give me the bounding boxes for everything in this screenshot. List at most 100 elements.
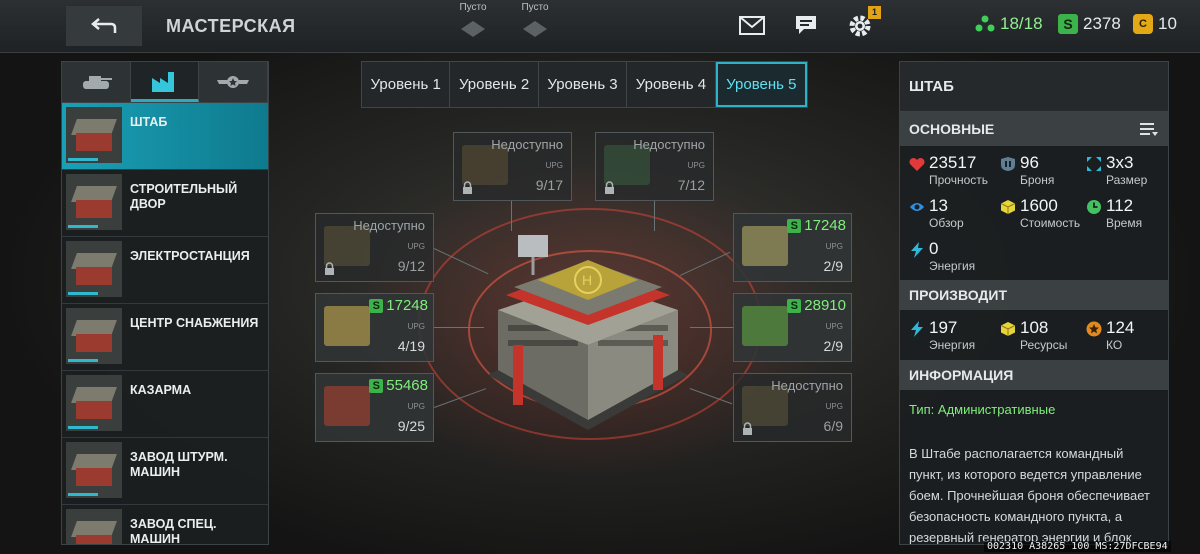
gold-counter: C 10 xyxy=(1133,14,1177,34)
lock-icon xyxy=(743,422,752,435)
tab-level-1[interactable]: Уровень 1 xyxy=(362,62,451,107)
upgrade-label: UPG xyxy=(825,322,843,331)
stat-label: Энергия xyxy=(929,338,976,352)
page-title: МАСТЕРСКАЯ xyxy=(166,16,296,36)
price-value: 28910 xyxy=(804,297,846,314)
silver-coin-icon: S xyxy=(369,378,384,393)
cube-icon xyxy=(1000,321,1016,337)
gold-value: 10 xyxy=(1158,14,1177,33)
lock-icon xyxy=(325,262,334,275)
stat-label: КО xyxy=(1106,338,1123,352)
tab-level-4[interactable]: Уровень 4 xyxy=(627,62,716,107)
upgrade-label: UPG xyxy=(825,402,843,411)
units-value: 18/18 xyxy=(1000,14,1043,33)
upgrade-card[interactable]: S 55468 UPG 9/25 xyxy=(315,373,434,442)
section-info-heading: ИНФОРМАЦИЯ xyxy=(900,360,1168,390)
filter-list-icon[interactable] xyxy=(1140,122,1158,136)
chat-icon[interactable] xyxy=(794,14,820,38)
stat-durability: 23517 Прочность xyxy=(909,154,988,187)
factory-icon xyxy=(151,71,174,92)
section-produces-heading: ПРОИЗВОДИТ xyxy=(900,280,1168,310)
wings-star-icon xyxy=(217,76,250,88)
stat-armor: 96 Броня xyxy=(1000,154,1054,187)
stat-value: 0 xyxy=(929,239,939,258)
production-slot-2[interactable]: Пусто xyxy=(506,2,564,48)
building-item-power-plant[interactable]: Электростанция xyxy=(62,237,268,304)
building-description: В Штабе располагается командный пункт, и… xyxy=(909,446,1150,545)
stat-cost: 1600 Стоимость xyxy=(1000,197,1080,230)
stat-value: 124 xyxy=(1106,318,1135,337)
building-item-construction-yard[interactable]: Строительный двор xyxy=(62,170,268,237)
produce-resources: 108 Ресурсы xyxy=(1000,319,1067,352)
upgrade-price: S 17248 xyxy=(369,297,428,314)
lightning-icon xyxy=(909,242,925,258)
upgrade-price: S 28910 xyxy=(787,297,846,314)
tab-vehicles[interactable] xyxy=(62,62,131,102)
stat-size: 3x3 Размер xyxy=(1086,154,1147,187)
section-title: ИНФОРМАЦИЯ xyxy=(909,367,1014,383)
building-thumbnail xyxy=(66,174,122,230)
upgrade-card[interactable]: Недоступно UPG 9/17 xyxy=(453,132,572,201)
back-button[interactable] xyxy=(66,6,142,46)
upgrade-card[interactable]: S 17248 UPG 4/19 xyxy=(315,293,434,362)
building-name: Завод спец. машин xyxy=(130,517,217,545)
stat-value: 1600 xyxy=(1020,196,1058,215)
upgrade-price: S 17248 xyxy=(787,217,846,234)
upgrade-price: S 55468 xyxy=(369,377,428,394)
back-arrow-icon xyxy=(91,18,117,33)
slot-label: Пусто xyxy=(521,2,549,13)
building-thumbnail xyxy=(66,241,122,297)
tank-icon xyxy=(82,76,112,89)
stat-value: 13 xyxy=(929,196,948,215)
stat-time: 112 Время xyxy=(1086,197,1142,230)
upgrade-card[interactable]: Недоступно UPG 6/9 xyxy=(733,373,852,442)
building-list-panel: Штаб Строительный двор Электростанция Це… xyxy=(61,61,269,545)
stat-value: 112 xyxy=(1106,196,1134,215)
upgrade-card[interactable]: S 17248 UPG 2/9 xyxy=(733,213,852,282)
stat-label: Стоимость xyxy=(1020,216,1081,230)
tab-level-3[interactable]: Уровень 3 xyxy=(539,62,628,107)
building-name: Казарма xyxy=(130,383,192,397)
building-type: Тип: Административные xyxy=(909,402,1056,417)
stat-value: 3x3 xyxy=(1106,153,1134,172)
section-title: ПРОИЗВОДИТ xyxy=(909,287,1007,303)
build-id-text: 002310 A38265 100 MS:27DFCBE94 xyxy=(984,541,1171,552)
tab-buildings[interactable] xyxy=(130,62,200,102)
tab-aviation[interactable] xyxy=(199,62,268,102)
building-item-assault-factory[interactable]: Завод штурм. машин xyxy=(62,438,268,505)
tab-level-5[interactable]: Уровень 5 xyxy=(715,62,808,107)
building-thumbnail xyxy=(66,308,122,364)
upgrade-card[interactable]: S 28910 UPG 2/9 xyxy=(733,293,852,362)
building-item-hq[interactable]: Штаб xyxy=(62,103,268,170)
heart-icon xyxy=(909,156,925,172)
upgrade-image xyxy=(324,306,370,346)
upgrade-progress: 7/12 xyxy=(677,177,705,193)
building-title: ШТАБ xyxy=(900,62,1168,112)
price-value: 17248 xyxy=(804,217,846,234)
unavailable-label: Недоступно xyxy=(353,218,425,233)
tab-level-2[interactable]: Уровень 2 xyxy=(450,62,539,107)
units-counter: 18/18 xyxy=(975,14,1043,34)
mail-icon[interactable] xyxy=(739,16,765,35)
section-basic-heading: ОСНОВНЫЕ xyxy=(900,112,1168,146)
building-item-barracks[interactable]: Казарма xyxy=(62,371,268,438)
upgrade-card[interactable]: Недоступно UPG 9/12 xyxy=(315,213,434,282)
stat-value: 108 xyxy=(1020,318,1049,337)
stat-value: 96 xyxy=(1020,153,1039,172)
upgrade-progress: 4/19 xyxy=(397,338,425,354)
stat-value: 23517 xyxy=(929,153,977,172)
size-icon xyxy=(1086,156,1102,172)
building-name: Завод штурм. машин xyxy=(130,450,228,479)
stat-energy: 0 Энергия xyxy=(909,240,975,273)
lock-icon xyxy=(605,181,614,194)
upgrade-card[interactable]: Недоступно UPG 7/12 xyxy=(595,132,714,201)
stat-label: Энергия xyxy=(929,259,976,273)
upgrade-progress: 2/9 xyxy=(823,338,843,354)
building-item-supply-center[interactable]: Центр снабжения xyxy=(62,304,268,371)
building-item-special-factory[interactable]: Завод спец. машин xyxy=(62,505,268,545)
upgrade-progress: 6/9 xyxy=(823,418,843,434)
empty-slot-icon xyxy=(523,21,547,37)
production-slot-1[interactable]: Пусто xyxy=(444,2,502,48)
upgrade-progress: 9/12 xyxy=(397,258,425,274)
upgrade-progress: 2/9 xyxy=(823,258,843,274)
